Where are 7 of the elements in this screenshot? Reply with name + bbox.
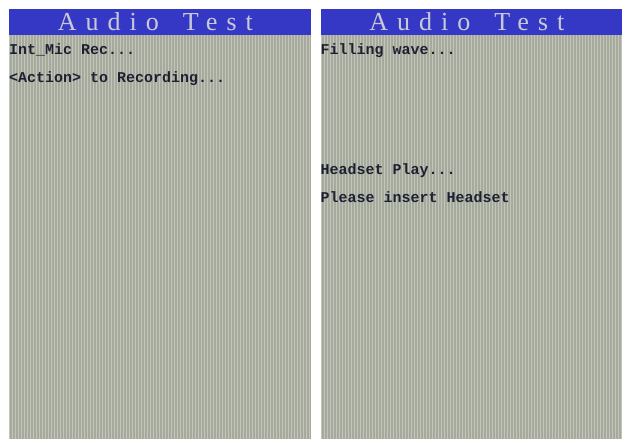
status-text: <Action> to Recording... xyxy=(9,69,226,89)
status-text: Filling wave... xyxy=(320,41,456,61)
screen-title: Audio Test xyxy=(9,9,310,35)
screen-title: Audio Test xyxy=(320,9,622,35)
status-text: Please insert Headset xyxy=(320,189,510,209)
status-text: Headset Play... xyxy=(320,161,456,181)
status-text: Int_Mic Rec... xyxy=(9,41,136,61)
